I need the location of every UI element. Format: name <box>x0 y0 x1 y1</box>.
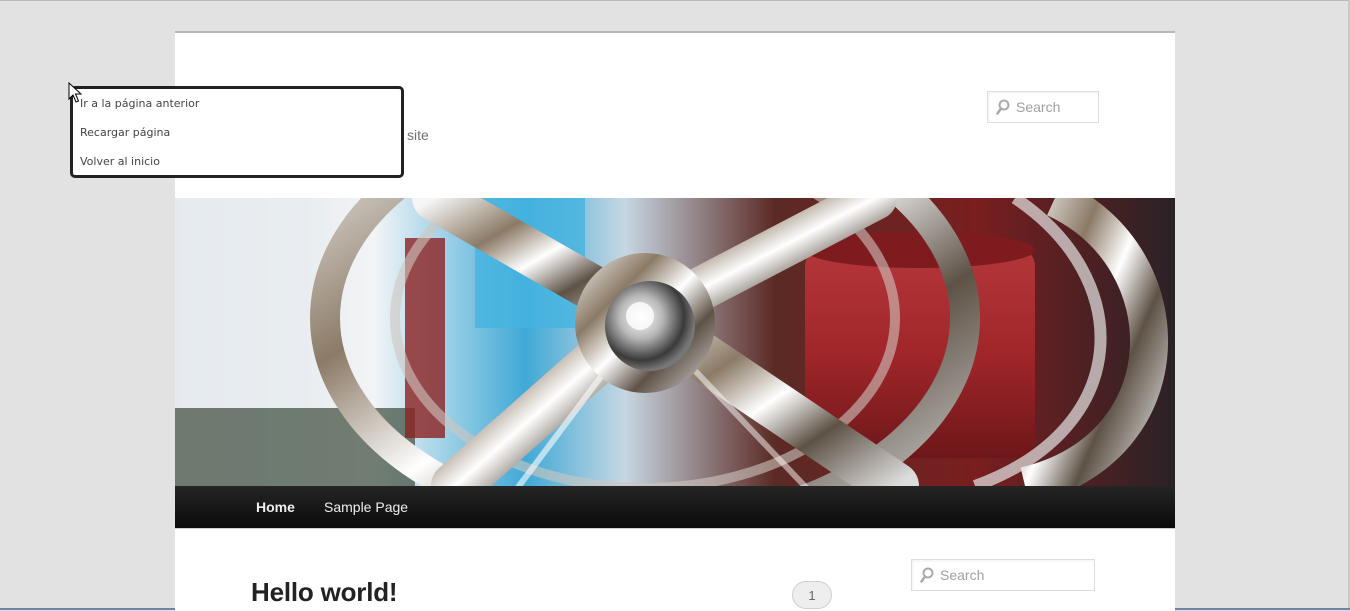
header-search-input[interactable]: Search <box>987 91 1099 123</box>
header-image <box>175 198 1175 486</box>
site-description: site <box>407 127 429 143</box>
post-title[interactable]: Hello world! <box>251 577 398 608</box>
main-navigation: Home Sample Page <box>175 486 1175 529</box>
menu-item-go-home[interactable]: Volver al inicio <box>80 155 160 168</box>
mouse-pointer-icon <box>68 82 82 103</box>
search-icon <box>996 99 1010 115</box>
wheel-photo-icon <box>175 198 1175 486</box>
header-search-placeholder: Search <box>1016 99 1061 115</box>
menu-item-reload-page[interactable]: Recargar página <box>80 126 170 139</box>
search-icon <box>920 567 934 583</box>
nav-item-sample-page[interactable]: Sample Page <box>324 486 408 528</box>
window-top-border <box>0 0 1350 1</box>
context-menu: Ir a la página anterior Recargar página … <box>70 86 404 178</box>
sidebar-search-placeholder: Search <box>940 567 985 583</box>
comment-count-bubble[interactable]: 1 <box>792 581 832 609</box>
nav-item-home[interactable]: Home <box>256 486 295 528</box>
sidebar-search-input[interactable]: Search <box>911 559 1095 591</box>
menu-item-previous-page[interactable]: Ir a la página anterior <box>80 97 199 110</box>
